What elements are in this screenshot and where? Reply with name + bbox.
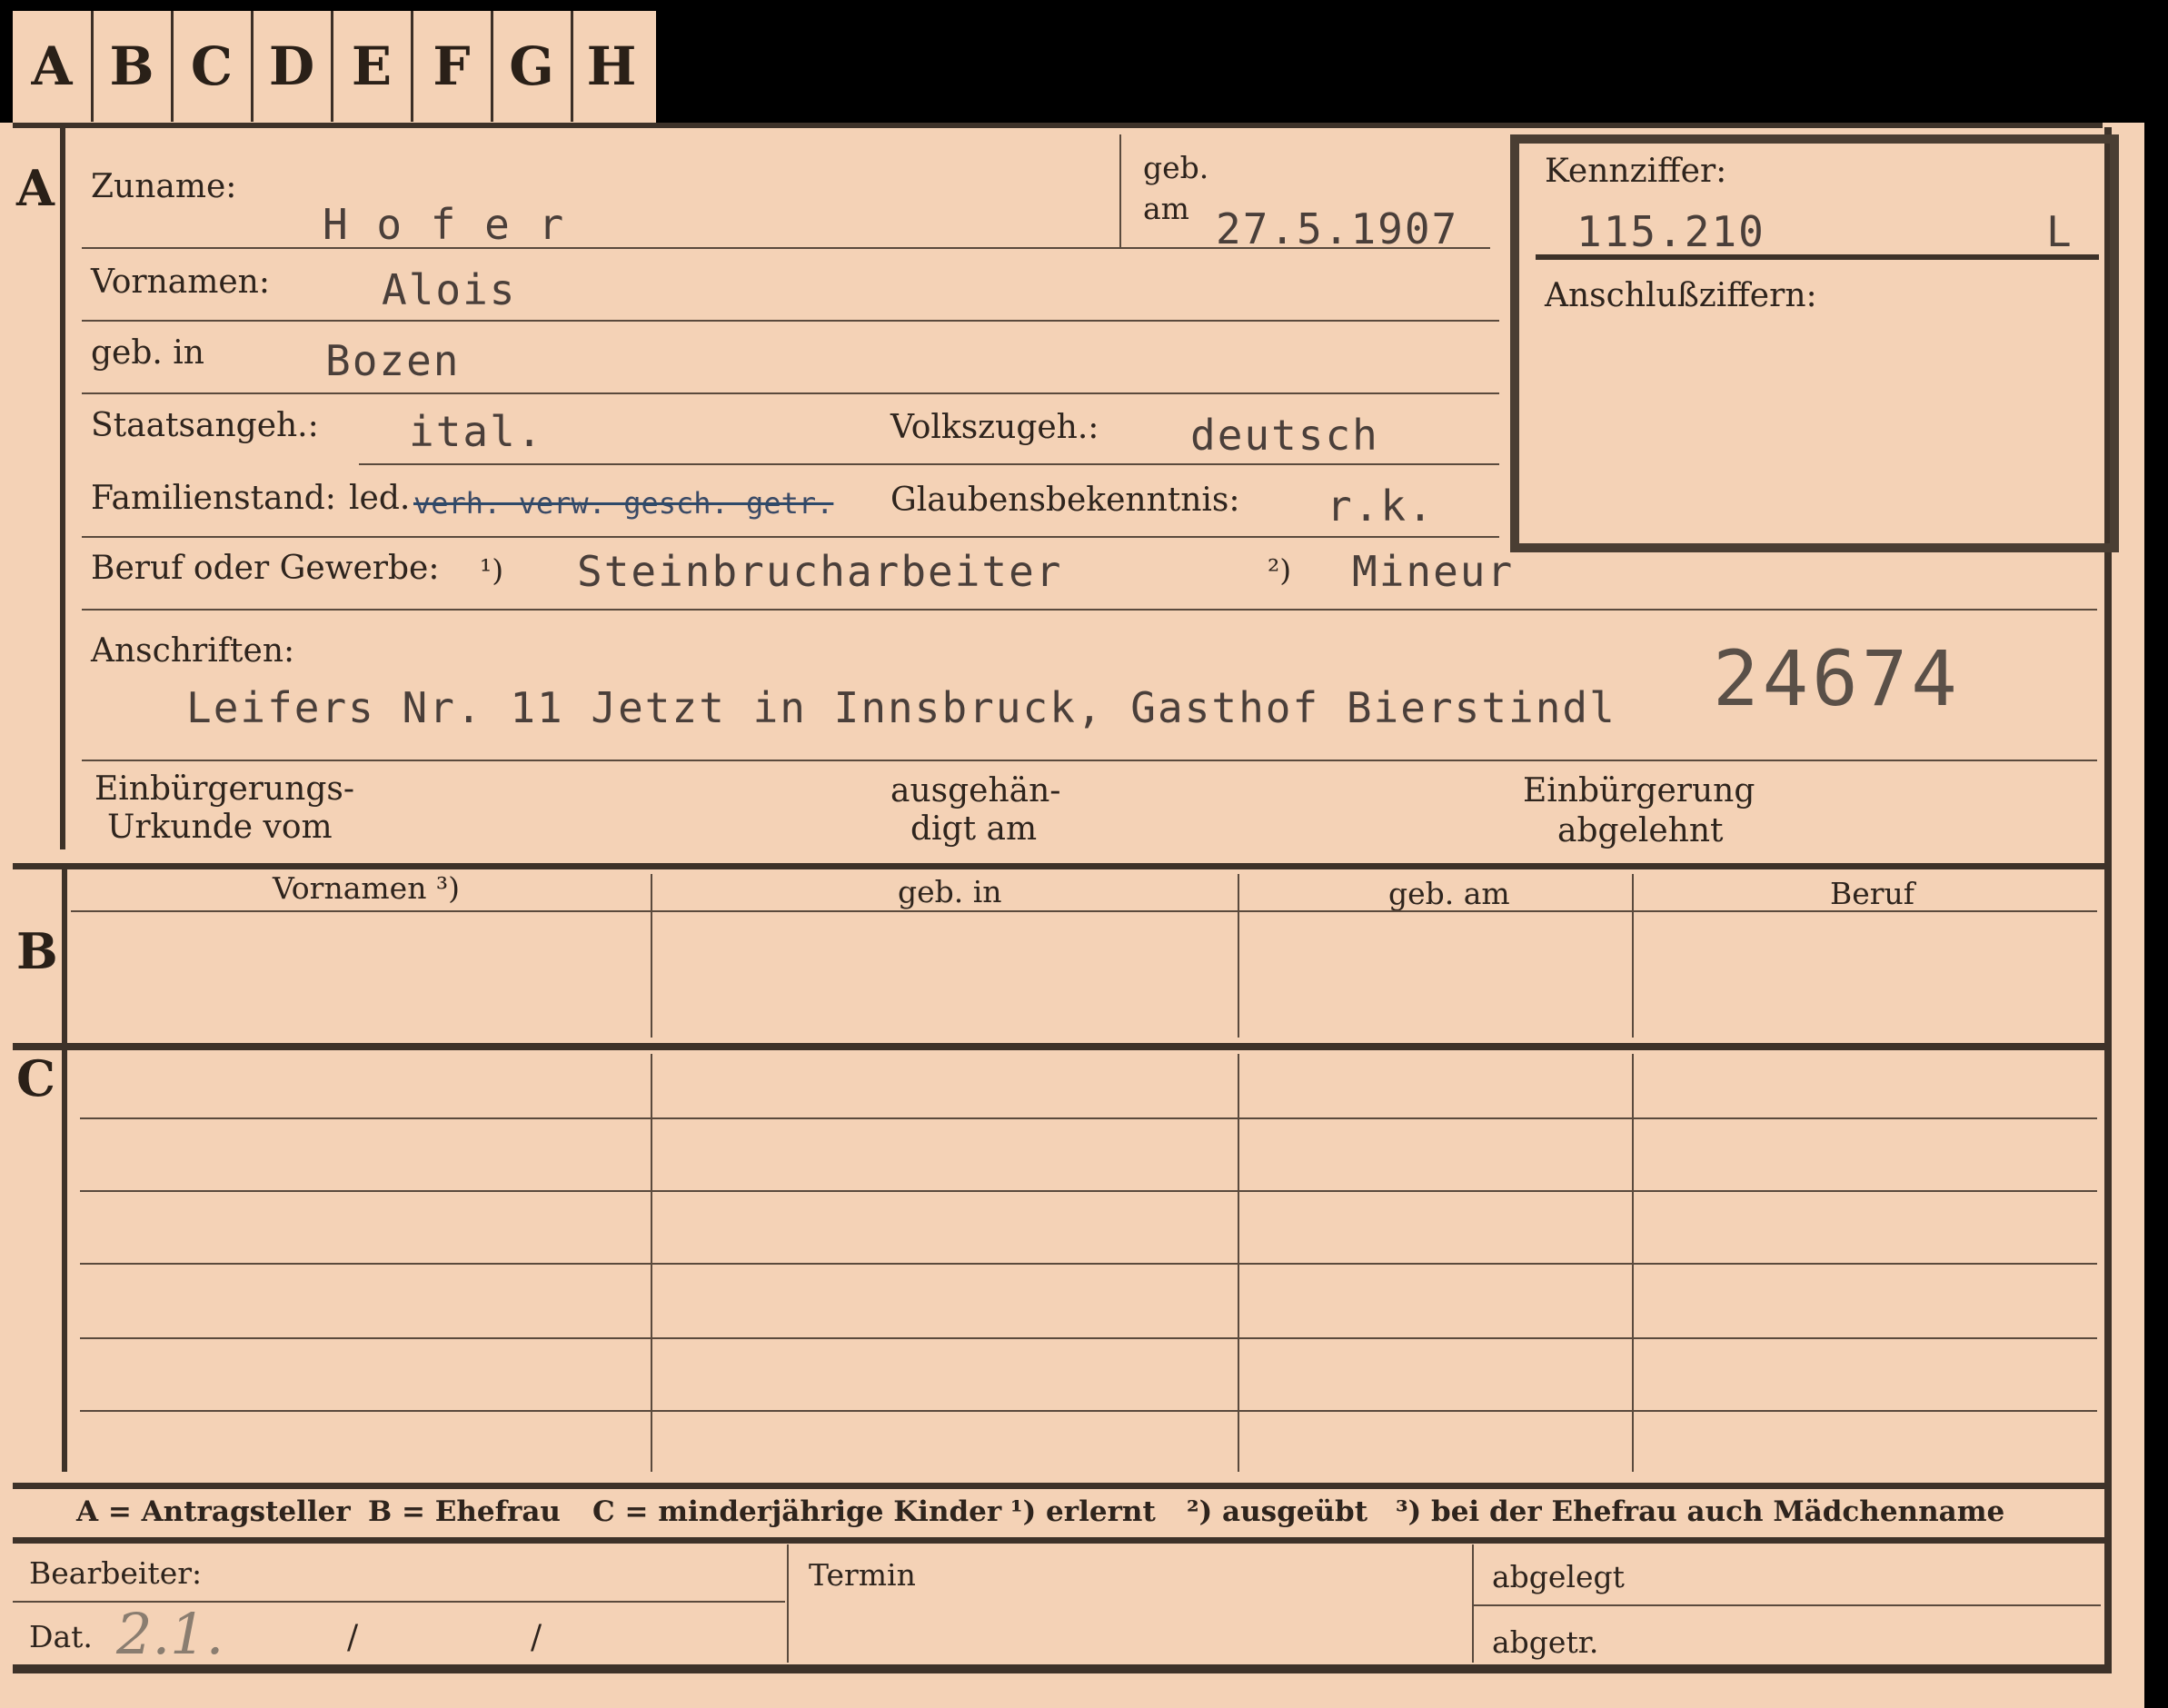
row-line-3 [82, 392, 1499, 394]
familien-led: led. [349, 480, 411, 517]
gebin-value: Bozen [325, 336, 461, 385]
footer-col-2 [1472, 1544, 1474, 1663]
tab-h[interactable]: H [572, 11, 651, 122]
c-row-line-4 [80, 1337, 2097, 1339]
anschriften-label: Anschriften: [91, 632, 295, 670]
anschriften-value: Leifers Nr. 11 Jetzt in Innsbruck, Gasth… [186, 683, 1616, 732]
b-header-vornamen: Vornamen ³) [273, 870, 461, 906]
beruf-note1: ¹) [480, 552, 504, 588]
section-c-top [13, 1043, 2107, 1050]
einb-label1: Einbürgerungs- [94, 770, 355, 808]
bearbeiter-label: Bearbeiter: [29, 1555, 203, 1591]
b-header-line [71, 910, 2097, 912]
section-b-top [13, 863, 2107, 869]
tab-b[interactable]: B [93, 11, 174, 122]
abgelegt-label: abgelegt [1492, 1559, 1625, 1594]
abgelehnt-label1: Einbürgerung [1523, 772, 1755, 809]
tab-d[interactable]: D [253, 11, 333, 122]
c-row-line-5 [80, 1410, 2097, 1412]
b-header-beruf: Beruf [1830, 876, 1915, 911]
top-border [13, 123, 2103, 128]
abgetr-label: abgetr. [1492, 1624, 1599, 1660]
legend-top [13, 1483, 2107, 1489]
glauben-label: Glaubensbekenntnis: [890, 482, 1240, 519]
termin-label: Termin [809, 1557, 916, 1593]
dat-slash-2: / [531, 1619, 542, 1656]
beruf-value2: Mineur [1352, 547, 1515, 596]
row-line-1 [82, 247, 1490, 249]
c-row-line-3 [80, 1263, 2097, 1265]
ausg-label1: ausgehän- [890, 772, 1061, 809]
legend-b: B = Ehefrau [368, 1495, 561, 1528]
left-rule-b [62, 863, 67, 1045]
row-line-7 [82, 760, 2097, 761]
dat-value: 2.1. [116, 1601, 224, 1667]
volks-value: deutsch [1190, 411, 1379, 460]
section-c-letter: C [16, 1049, 55, 1107]
footer-col-1 [787, 1544, 789, 1663]
abgelegt-line [1474, 1604, 2101, 1606]
vornamen-label: Vornamen: [91, 263, 270, 301]
volks-label: Volkszugeh.: [890, 409, 1099, 446]
row-line-4 [359, 463, 1499, 465]
section-a-letter: A [16, 159, 55, 217]
row-line-5 [82, 536, 1499, 538]
vornamen-value: Alois [382, 265, 517, 314]
ausg-label2: digt am [910, 810, 1038, 848]
kennziffer-label: Kennziffer: [1545, 153, 1727, 190]
zuname-value: H o f e r [323, 200, 566, 249]
legend-n2: ²) ausgeübt [1187, 1495, 1368, 1528]
geb-divider [1119, 134, 1121, 248]
c-row-line-1 [80, 1117, 2097, 1119]
tab-e[interactable]: E [333, 11, 413, 122]
b-header-gebam: geb. am [1388, 876, 1510, 911]
b-header-gebin: geb. in [898, 874, 1002, 909]
einb-label2: Urkunde vom [107, 809, 333, 846]
legend-bottom [13, 1537, 2107, 1544]
kennziffer-value: 115.210 [1576, 207, 1765, 256]
beruf-value1: Steinbrucharbeiter [577, 547, 1063, 596]
tab-f[interactable]: F [413, 11, 493, 122]
left-rule-c [62, 1045, 67, 1472]
tab-c[interactable]: C [173, 11, 254, 122]
stamp-number: 24674 [1713, 634, 1961, 723]
kennziffer-box [1510, 134, 2119, 552]
familien-struck: verh. verw. gesch. getr. [413, 486, 834, 521]
beruf-label: Beruf oder Gewerbe: [91, 550, 440, 587]
legend-n3: ³) bei der Ehefrau auch Mädchenname [1396, 1495, 2005, 1528]
legend-c: C = minderjährige Kinder [592, 1495, 1002, 1528]
b-col-3 [1632, 874, 1634, 1038]
b-col-1 [651, 874, 652, 1038]
tab-g[interactable]: G [492, 11, 573, 122]
kennziffer-letter: L [2046, 207, 2074, 256]
legend-n1: ¹) erlernt [1010, 1495, 1156, 1528]
dat-slash-1: / [347, 1619, 359, 1656]
left-rule-a [60, 127, 65, 849]
geb-date: 27.5.1907 [1216, 204, 1459, 253]
b-col-2 [1238, 874, 1239, 1038]
row-line-2 [82, 320, 1499, 322]
legend-a: A = Antragsteller [76, 1495, 351, 1528]
dat-label: Dat. [29, 1619, 93, 1654]
bottom-border [13, 1664, 2112, 1673]
index-tabs: A B C D E F G H [13, 11, 656, 134]
c-row-line-2 [80, 1190, 2097, 1192]
am-label: am [1143, 191, 1189, 226]
glauben-value: r.k. [1327, 482, 1435, 531]
staat-value: ital. [409, 407, 544, 456]
geb-label: geb. [1143, 150, 1209, 185]
abgelehnt-label2: abgelehnt [1557, 812, 1724, 849]
zuname-label: Zuname: [91, 168, 237, 205]
staat-label: Staatsangeh.: [91, 407, 319, 444]
beruf-note2: ²) [1268, 552, 1292, 588]
anschluss-label: Anschlußziffern: [1545, 277, 1817, 314]
familien-label: Familienstand: [91, 480, 336, 517]
gebin-label: geb. in [91, 334, 204, 372]
row-line-6 [82, 609, 2097, 611]
tab-a[interactable]: A [13, 11, 94, 122]
section-b-letter: B [16, 922, 58, 980]
